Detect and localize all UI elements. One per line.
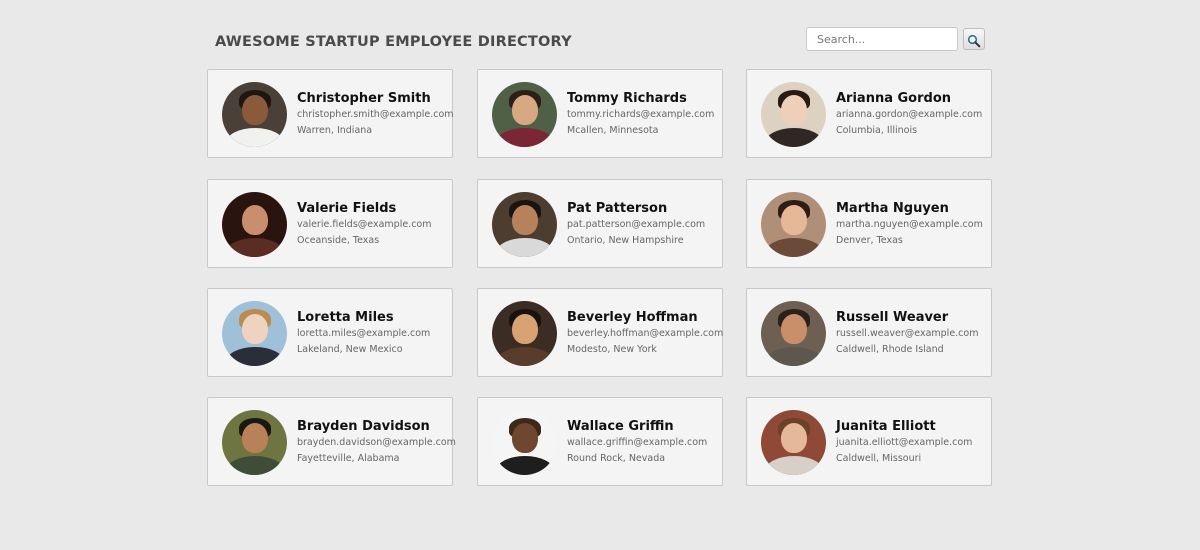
employee-email: beverley.hoffman@example.com: [567, 328, 724, 339]
employee-location: Ontario, New Hampshire: [567, 235, 684, 246]
magnifier-icon: [967, 34, 981, 47]
avatar: [492, 410, 557, 475]
page-title: AWESOME STARTUP EMPLOYEE DIRECTORY: [215, 34, 572, 50]
employee-location: Round Rock, Nevada: [567, 453, 666, 464]
avatar: [761, 301, 826, 366]
employee-name: Loretta Miles: [297, 310, 394, 325]
employee-name: Arianna Gordon: [836, 91, 952, 106]
search-input[interactable]: [806, 27, 958, 51]
employee-name: Martha Nguyen: [836, 201, 949, 216]
avatar: [761, 410, 826, 475]
employee-location: Oceanside, Texas: [297, 235, 380, 246]
employee-email: wallace.griffin@example.com: [567, 437, 708, 448]
employee-card[interactable]: Loretta Miles loretta.miles@example.com La…: [207, 288, 453, 377]
avatar: [222, 301, 287, 366]
employee-card[interactable]: Martha Nguyen martha.nguyen@example.com De…: [746, 179, 992, 268]
avatar: [761, 82, 826, 147]
employee-info: Pat Patterson pat.patterson@example.com On…: [567, 200, 719, 249]
employee-email: arianna.gordon@example.com: [836, 109, 983, 120]
employee-info: Christopher Smith christopher.smith@examp…: [297, 90, 454, 139]
employee-card[interactable]: Christopher Smith christopher.smith@examp…: [207, 69, 454, 158]
employee-location: Mcallen, Minnesota: [567, 125, 659, 136]
employee-name: Juanita Elliott: [836, 419, 936, 434]
employee-location: Columbia, Illinois: [836, 125, 918, 136]
employee-card[interactable]: Russell Weaver russell.weaver@example.com…: [746, 288, 992, 377]
employee-email: christopher.smith@example.com: [297, 109, 454, 120]
employee-name: Christopher Smith: [297, 91, 431, 106]
directory-page: AWESOME STARTUP EMPLOYEE DIRECTORY Chris…: [0, 0, 1200, 550]
employee-location: Lakeland, New Mexico: [297, 344, 403, 355]
employee-card[interactable]: Juanita Elliott juanita.elliott@example.c…: [746, 397, 992, 486]
employee-card[interactable]: Wallace Griffin wallace.griffin@example.c…: [477, 397, 723, 486]
employee-email: juanita.elliott@example.com: [836, 437, 973, 448]
employee-name: Valerie Fields: [297, 201, 397, 216]
employee-info: Loretta Miles loretta.miles@example.com La…: [297, 309, 449, 358]
employee-email: valerie.fields@example.com: [297, 219, 432, 230]
employee-email: russell.weaver@example.com: [836, 328, 979, 339]
employee-name: Russell Weaver: [836, 310, 949, 325]
avatar: [222, 410, 287, 475]
employee-location: Denver, Texas: [836, 235, 903, 246]
employee-email: martha.nguyen@example.com: [836, 219, 983, 230]
employee-name: Pat Patterson: [567, 201, 668, 216]
employee-name: Wallace Griffin: [567, 419, 674, 434]
employee-email: brayden.davidson@example.com: [297, 437, 456, 448]
employee-card[interactable]: Arianna Gordon arianna.gordon@example.com…: [746, 69, 992, 158]
employee-info: Arianna Gordon arianna.gordon@example.com…: [836, 90, 988, 139]
employee-info: Juanita Elliott juanita.elliott@example.c…: [836, 418, 988, 467]
employee-card[interactable]: Tommy Richards tommy.richards@example.com…: [477, 69, 723, 158]
employee-info: Valerie Fields valerie.fields@example.com…: [297, 200, 449, 249]
employee-name: Brayden Davidson: [297, 419, 430, 434]
employee-info: Wallace Griffin wallace.griffin@example.c…: [567, 418, 719, 467]
employee-location: Caldwell, Missouri: [836, 453, 922, 464]
employee-card[interactable]: Beverley Hoffman beverley.hoffman@example…: [477, 288, 723, 377]
employee-email: tommy.richards@example.com: [567, 109, 715, 120]
search-button[interactable]: [963, 28, 985, 50]
employee-info: Brayden Davidson brayden.davidson@example…: [297, 418, 456, 467]
employee-email: pat.patterson@example.com: [567, 219, 706, 230]
avatar: [761, 192, 826, 257]
avatar: [492, 82, 557, 147]
employee-email: loretta.miles@example.com: [297, 328, 431, 339]
employee-info: Beverley Hoffman beverley.hoffman@example…: [567, 309, 724, 358]
employee-location: Fayetteville, Alabama: [297, 453, 400, 464]
employee-info: Martha Nguyen martha.nguyen@example.com De…: [836, 200, 988, 249]
employee-info: Tommy Richards tommy.richards@example.com…: [567, 90, 719, 139]
avatar: [492, 192, 557, 257]
header: AWESOME STARTUP EMPLOYEE DIRECTORY: [207, 26, 993, 56]
employee-location: Modesto, New York: [567, 344, 657, 355]
employee-location: Caldwell, Rhode Island: [836, 344, 944, 355]
employee-info: Russell Weaver russell.weaver@example.com…: [836, 309, 988, 358]
employee-card[interactable]: Brayden Davidson brayden.davidson@example…: [207, 397, 456, 486]
avatar: [222, 192, 287, 257]
avatar: [492, 301, 557, 366]
employee-card[interactable]: Valerie Fields valerie.fields@example.com…: [207, 179, 453, 268]
employee-name: Tommy Richards: [567, 91, 687, 106]
employee-location: Warren, Indiana: [297, 125, 373, 136]
avatar: [222, 82, 287, 147]
employee-name: Beverley Hoffman: [567, 310, 698, 325]
employee-card[interactable]: Pat Patterson pat.patterson@example.com On…: [477, 179, 723, 268]
